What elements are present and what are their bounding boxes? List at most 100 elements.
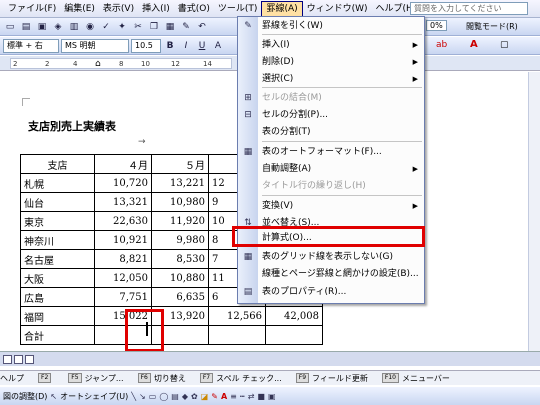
function-key-5[interactable]: F9 フィールド更新 xyxy=(295,373,368,384)
table-menu-item-5[interactable]: ⊟ セルの分割(P)... xyxy=(238,107,424,124)
function-key-3[interactable]: F6 切り替え xyxy=(137,373,186,384)
copy-icon[interactable]: ❐ xyxy=(147,20,161,34)
underline-button[interactable]: U xyxy=(195,39,209,53)
menu-item-7[interactable]: ウィンドウ(W) xyxy=(303,1,372,17)
textbox-icon[interactable]: ▤ xyxy=(171,392,179,401)
header-cell[interactable]: 支店 xyxy=(20,154,95,174)
dash-style-icon[interactable]: ┅ xyxy=(240,392,245,401)
web-view-icon[interactable] xyxy=(14,355,23,367)
menu-item-6[interactable]: 罫線(A) xyxy=(261,0,303,17)
font-select[interactable]: MS 明朝 xyxy=(61,38,129,53)
print-preview-icon[interactable]: ◉ xyxy=(83,20,97,34)
reading-mode-button[interactable]: 閲覧モード(R) xyxy=(466,20,518,34)
arrow-icon[interactable]: ↘ xyxy=(139,392,146,401)
table-menu-item-9[interactable]: タイトル行の繰り返し(H) xyxy=(238,178,424,195)
select-objects-icon[interactable]: ↖ xyxy=(50,392,57,401)
normal-view-icon[interactable] xyxy=(3,355,12,367)
cut-icon[interactable]: ✂ xyxy=(131,20,145,34)
total-cell[interactable] xyxy=(208,325,266,345)
save-icon[interactable]: ▣ xyxy=(35,20,49,34)
value-cell[interactable]: 42,008 xyxy=(265,306,323,326)
indent-marker-icon[interactable]: ⌂ xyxy=(95,59,101,68)
line-icon[interactable]: ╲ xyxy=(131,392,136,401)
print-layout-view-icon[interactable] xyxy=(25,355,34,367)
function-key-0[interactable]: ヘルプ xyxy=(0,373,24,384)
table-menu-item-10[interactable]: 変換(V) ▶ xyxy=(238,198,424,215)
branch-cell[interactable]: 仙台 xyxy=(20,192,95,212)
value-cell[interactable]: 11,920 xyxy=(151,211,209,231)
function-key-6[interactable]: F10 メニューバー xyxy=(381,373,450,384)
menu-item-0[interactable]: ファイル(F) xyxy=(4,1,60,17)
value-cell[interactable]: 12,566 xyxy=(208,306,266,326)
table-menu-item-1[interactable]: 挿入(I) ▶ xyxy=(238,37,424,54)
undo-icon[interactable]: ↶ xyxy=(195,20,209,34)
header-cell[interactable]: ５月 xyxy=(151,154,209,174)
oval-icon[interactable]: ◯ xyxy=(159,392,168,401)
autoshapes-menu-button[interactable]: オートシェイプ(U) xyxy=(60,391,128,402)
value-cell[interactable]: 12,050 xyxy=(94,268,152,288)
style-select[interactable]: 標準 + 右 xyxy=(3,38,59,53)
header-cell[interactable]: ４月 xyxy=(94,154,152,174)
value-cell[interactable]: 7,751 xyxy=(94,287,152,307)
table-menu-item-2[interactable]: 削除(D) ▶ xyxy=(238,54,424,71)
table-menu-item-4[interactable]: ⊞ セルの結合(M) xyxy=(238,90,424,107)
table-menu-item-8[interactable]: 自動調整(A) ▶ xyxy=(238,161,424,178)
branch-cell[interactable]: 東京 xyxy=(20,211,95,231)
bold-button[interactable]: B xyxy=(163,39,177,53)
table-menu-item-6[interactable]: 表の分割(T) xyxy=(238,124,424,141)
font-color-button[interactable]: A xyxy=(470,39,478,50)
zoom-box[interactable]: 0% xyxy=(426,20,447,32)
table-menu-item-3[interactable]: 選択(C) ▶ xyxy=(238,71,424,88)
value-cell[interactable]: 8,821 xyxy=(94,249,152,269)
value-cell[interactable]: 10,880 xyxy=(151,268,209,288)
branch-cell[interactable]: 名古屋 xyxy=(20,249,95,269)
print-icon[interactable]: ▥ xyxy=(67,20,81,34)
draw-menu-button[interactable]: 図の調整(D) xyxy=(3,391,47,402)
menu-item-5[interactable]: ツール(T) xyxy=(214,1,262,17)
function-key-2[interactable]: F5 ジャンプ... xyxy=(68,373,124,384)
value-cell[interactable]: 8,530 xyxy=(151,249,209,269)
3d-style-icon[interactable]: ▣ xyxy=(268,392,276,401)
outside-border-icon[interactable]: ▢ xyxy=(500,40,509,50)
spelling-icon[interactable]: ✓ xyxy=(99,20,113,34)
char-border-icon[interactable]: A xyxy=(211,39,225,53)
menu-item-1[interactable]: 編集(E) xyxy=(60,1,99,17)
research-icon[interactable]: ✦ xyxy=(115,20,129,34)
menu-item-3[interactable]: 挿入(I) xyxy=(138,1,174,17)
clipart-icon[interactable]: ✿ xyxy=(191,392,198,401)
arrow-style-icon[interactable]: ⇄ xyxy=(248,392,255,401)
vertical-scrollbar[interactable] xyxy=(528,72,540,351)
value-cell[interactable]: 22,630 xyxy=(94,211,152,231)
paste-icon[interactable]: ▦ xyxy=(163,20,177,34)
branch-cell[interactable]: 神奈川 xyxy=(20,230,95,250)
value-cell[interactable]: 13,321 xyxy=(94,192,152,212)
highlight-icon[interactable]: ab xyxy=(436,40,447,50)
permission-icon[interactable]: ◈ xyxy=(51,20,65,34)
total-label-cell[interactable]: 合計 xyxy=(20,325,95,345)
table-menu-item-15[interactable]: ▤ 表のプロパティ(R)... xyxy=(238,284,424,301)
font-size-select[interactable]: 10.5 xyxy=(131,38,161,53)
table-menu-item-13[interactable]: ▦ 表のグリッド線を表示しない(G) xyxy=(238,249,424,266)
value-cell[interactable]: 10,980 xyxy=(151,192,209,212)
value-cell[interactable]: 10,720 xyxy=(94,173,152,193)
value-cell[interactable]: 6,635 xyxy=(151,287,209,307)
menu-item-4[interactable]: 書式(O) xyxy=(174,1,214,17)
branch-cell[interactable]: 札幌 xyxy=(20,173,95,193)
value-cell[interactable]: 10,921 xyxy=(94,230,152,250)
line-style-icon[interactable]: ≡ xyxy=(230,392,237,401)
value-cell[interactable]: 13,221 xyxy=(151,173,209,193)
wordart-icon[interactable]: ◆ xyxy=(182,392,188,401)
branch-cell[interactable]: 福岡 xyxy=(20,306,95,326)
fill-color-icon[interactable]: ◪ xyxy=(201,392,209,401)
new-document-icon[interactable]: ▭ xyxy=(3,20,17,34)
branch-cell[interactable]: 広島 xyxy=(20,287,95,307)
branch-cell[interactable]: 大阪 xyxy=(20,268,95,288)
table-menu-item-0[interactable]: ✎ 罫線を引く(W) xyxy=(238,18,424,35)
line-color-icon[interactable]: ✎ xyxy=(211,392,218,401)
total-cell[interactable] xyxy=(265,325,323,345)
font-color-icon[interactable]: A xyxy=(221,392,227,401)
menu-item-2[interactable]: 表示(V) xyxy=(99,1,138,17)
italic-button[interactable]: I xyxy=(179,39,193,53)
open-icon[interactable]: ▤ xyxy=(19,20,33,34)
function-key-1[interactable]: F2 xyxy=(38,373,54,383)
